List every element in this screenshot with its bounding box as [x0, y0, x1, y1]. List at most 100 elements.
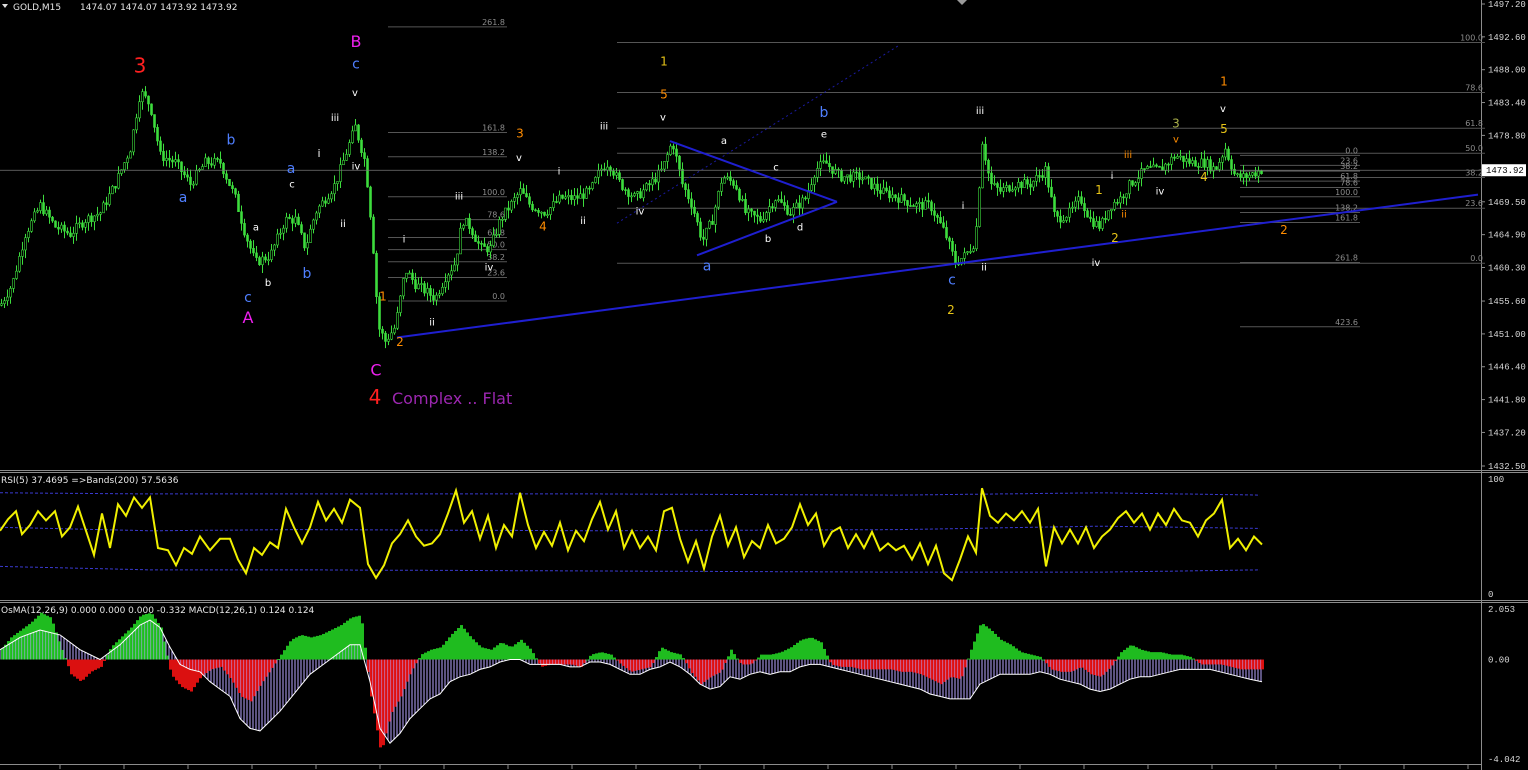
candle-body: [186, 174, 189, 178]
candle-body: [984, 143, 987, 161]
candle-body: [966, 251, 969, 254]
osma-bar: [1033, 655, 1036, 660]
osma-bar: [973, 641, 976, 660]
osma-bar: [310, 637, 313, 660]
candle-body: [963, 252, 966, 259]
candle-body: [57, 226, 60, 230]
osma-bar: [760, 654, 763, 660]
candle-body: [150, 103, 153, 115]
candle-body: [1077, 196, 1080, 202]
candle-body: [999, 187, 1002, 192]
candle-body: [1083, 203, 1086, 211]
osma-bar: [313, 636, 316, 660]
candle-body: [396, 312, 399, 329]
candle-body: [930, 201, 933, 212]
osma-bar: [658, 651, 661, 660]
candle-body: [717, 191, 720, 208]
candle-body: [1125, 193, 1128, 199]
candle-body: [225, 173, 228, 180]
candle-body: [264, 256, 267, 261]
forex-chart-window[interactable]: GOLD,M15 1474.07 1474.07 1473.92 1473.92…: [0, 0, 1528, 770]
fib-level-label: 261.8: [482, 18, 505, 27]
price-tick-label: 1451.00: [1488, 330, 1526, 340]
fib-level-label: 423.6: [1335, 318, 1358, 327]
wave-label: v: [516, 153, 522, 164]
candle-body: [1020, 182, 1023, 188]
fib-level-label: 161.8: [1335, 214, 1358, 223]
osma-bar: [478, 645, 481, 660]
candle-body: [747, 208, 750, 214]
osma-bar: [601, 652, 604, 660]
price-tick-label: 1483.40: [1488, 99, 1526, 109]
candle-body: [360, 139, 363, 153]
candle-body: [591, 182, 594, 190]
wave-label: iv: [485, 262, 494, 273]
wave-label: iii: [976, 106, 984, 117]
osma-bar: [595, 653, 598, 660]
candle-body: [486, 246, 489, 253]
osma-bar: [1120, 652, 1123, 660]
wave-label: iv: [352, 162, 361, 173]
candle-body: [471, 228, 474, 236]
candle-body: [1173, 156, 1176, 159]
candle-body: [99, 212, 102, 215]
candle-body: [393, 327, 396, 334]
candle-body: [39, 202, 42, 211]
candle-body: [222, 163, 225, 175]
wave-label: 2: [396, 335, 404, 349]
candle-body: [351, 130, 354, 143]
candle-body: [534, 209, 537, 212]
osma-bar: [667, 650, 670, 660]
candle-body: [891, 194, 894, 199]
osma-bar: [985, 626, 988, 660]
candle-body: [804, 197, 807, 200]
candle-body: [576, 195, 579, 199]
candle-body: [636, 191, 639, 194]
candle-body: [405, 272, 408, 279]
wave-label: Complex .. Flat: [392, 389, 512, 408]
osma-bar: [610, 654, 613, 660]
candle-body: [657, 169, 660, 183]
candle-body: [192, 183, 195, 186]
candle-body: [1158, 166, 1161, 168]
candle-body: [483, 243, 486, 247]
candle-body: [231, 185, 234, 189]
candle-body: [705, 227, 708, 240]
osma-bar: [664, 649, 667, 660]
wave-label: i: [962, 201, 965, 212]
candle-body: [402, 278, 405, 297]
osma-bar: [100, 659, 103, 667]
candle-body: [1062, 220, 1065, 223]
osma-bar: [784, 650, 787, 660]
candle-body: [456, 253, 459, 266]
candle-body: [867, 176, 870, 179]
candle-body: [648, 183, 651, 186]
candle-body: [654, 178, 657, 183]
candle-body: [789, 214, 792, 216]
price-tick-label: 1497.20: [1488, 0, 1526, 10]
candle-body: [759, 216, 762, 222]
candle-body: [516, 194, 519, 198]
candle-body: [135, 117, 138, 131]
candle-body: [816, 168, 819, 178]
fib-level-label: 100.0: [1460, 34, 1483, 43]
osma-bar: [1150, 652, 1153, 660]
candle-body: [426, 288, 429, 294]
osma-bar: [283, 650, 286, 660]
candle-body: [261, 256, 264, 266]
osma-bar: [997, 636, 1000, 660]
candle-body: [408, 272, 411, 275]
candle-body: [369, 186, 372, 218]
candle-body: [825, 160, 828, 164]
wave-label: d: [797, 222, 803, 233]
candle-body: [627, 189, 630, 197]
candle-body: [12, 278, 15, 289]
osma-bar: [91, 659, 94, 672]
candle-body: [168, 157, 171, 161]
candle-body: [864, 176, 867, 180]
candle-body: [1008, 185, 1011, 192]
fib-level-label: 161.8: [482, 124, 505, 133]
fib-level-label: 78.6: [1465, 84, 1483, 93]
candle-body: [183, 171, 186, 176]
candle-body: [882, 187, 885, 194]
